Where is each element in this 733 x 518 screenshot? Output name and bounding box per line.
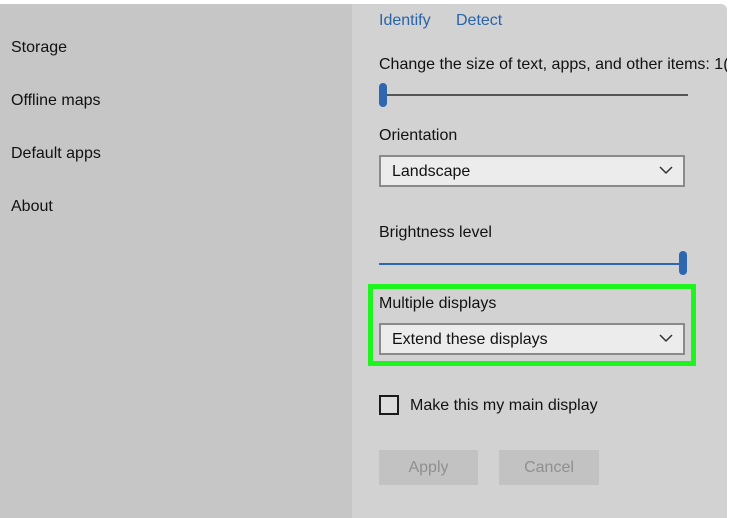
cancel-button[interactable]: Cancel	[499, 450, 599, 485]
main-display-checkbox[interactable]	[379, 395, 399, 415]
orientation-value: Landscape	[392, 163, 471, 180]
apply-button[interactable]: Apply	[379, 450, 478, 485]
sidebar-item-default-apps[interactable]: Default apps	[11, 145, 101, 163]
scale-label: Change the size of text, apps, and other…	[379, 56, 727, 73]
brightness-slider-track[interactable]	[379, 263, 684, 265]
sidebar-item-about[interactable]: About	[11, 198, 53, 216]
sidebar: Storage Offline maps Default apps About	[0, 4, 352, 518]
settings-window: Storage Offline maps Default apps About …	[0, 4, 727, 518]
scale-slider-track[interactable]	[379, 94, 688, 96]
brightness-label: Brightness level	[379, 224, 492, 241]
detect-link[interactable]: Detect	[456, 12, 502, 30]
orientation-label: Orientation	[379, 127, 458, 144]
identify-link[interactable]: Identify	[379, 12, 431, 30]
sidebar-item-storage[interactable]: Storage	[11, 39, 67, 57]
chevron-down-icon	[659, 166, 673, 175]
main-display-checkbox-label[interactable]: Make this my main display	[410, 397, 598, 415]
brightness-slider-thumb[interactable]	[679, 251, 687, 275]
chevron-down-icon	[659, 334, 673, 343]
multiple-displays-dropdown[interactable]: Extend these displays	[379, 323, 685, 355]
sidebar-item-offline-maps[interactable]: Offline maps	[11, 92, 101, 110]
multiple-displays-label: Multiple displays	[379, 295, 497, 312]
display-settings-panel: Identify Detect Change the size of text,…	[352, 4, 727, 518]
orientation-dropdown[interactable]: Landscape	[379, 155, 685, 187]
scale-slider-thumb[interactable]	[379, 83, 387, 107]
multiple-displays-value: Extend these displays	[392, 331, 548, 348]
